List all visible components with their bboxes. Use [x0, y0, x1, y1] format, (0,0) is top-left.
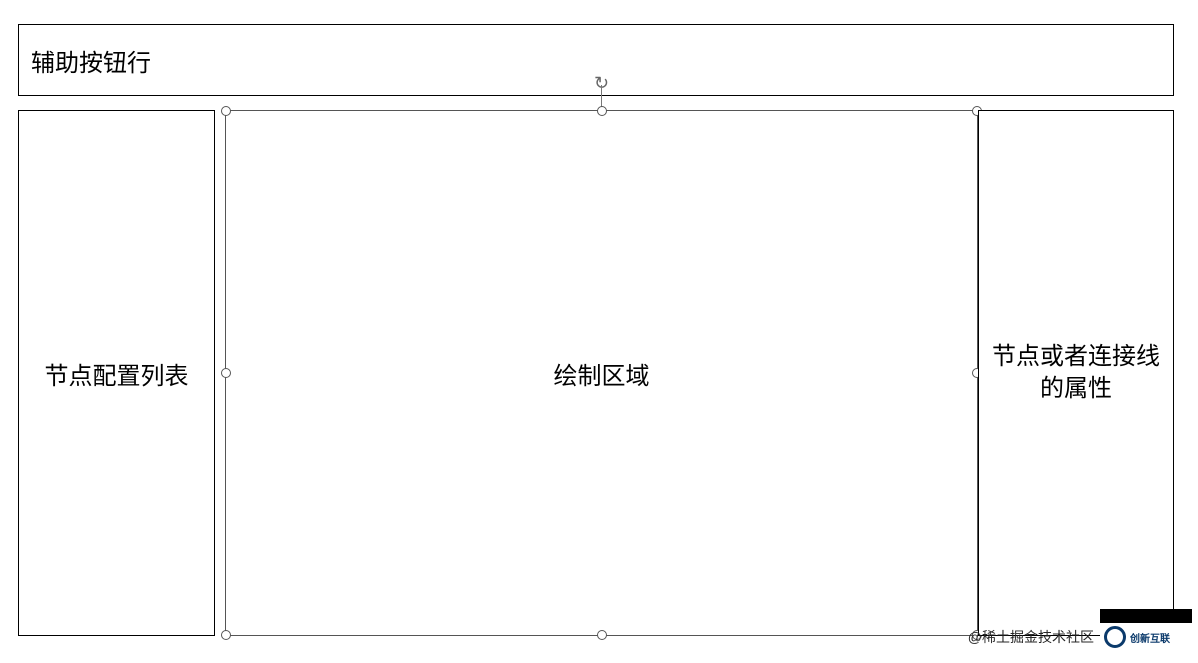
resize-handle-middle-left[interactable]: [221, 368, 231, 378]
canvas-label: 绘制区域: [554, 356, 650, 391]
body-row: 节点配置列表 ↻ 绘制区域 节点或者连接线的属性: [18, 110, 1174, 636]
watermark-brand: 创新互联: [1130, 630, 1170, 645]
properties-panel[interactable]: 节点或者连接线的属性: [978, 110, 1174, 636]
resize-handle-top-left[interactable]: [221, 106, 231, 116]
resize-handle-top-center[interactable]: [597, 106, 607, 116]
resize-handle-bottom-left[interactable]: [221, 630, 231, 640]
watermark-blackbar: [1100, 609, 1192, 623]
connector-curl-icon: ↻: [592, 73, 612, 93]
node-config-list-panel[interactable]: 节点配置列表: [18, 110, 215, 636]
toolbar-label: 辅助按钮行: [31, 43, 151, 78]
watermark: @稀土掘金技术社区 创新互联: [968, 623, 1192, 651]
drawing-canvas-panel[interactable]: ↻ 绘制区域: [225, 110, 978, 636]
connector-stub: [601, 85, 602, 107]
resize-handle-bottom-center[interactable]: [597, 630, 607, 640]
watermark-credit: @稀土掘金技术社区: [968, 627, 1094, 647]
right-panel-label: 节点或者连接线的属性: [987, 341, 1165, 406]
watermark-logo: 创新互联: [1100, 623, 1192, 651]
left-panel-label: 节点配置列表: [45, 356, 189, 391]
